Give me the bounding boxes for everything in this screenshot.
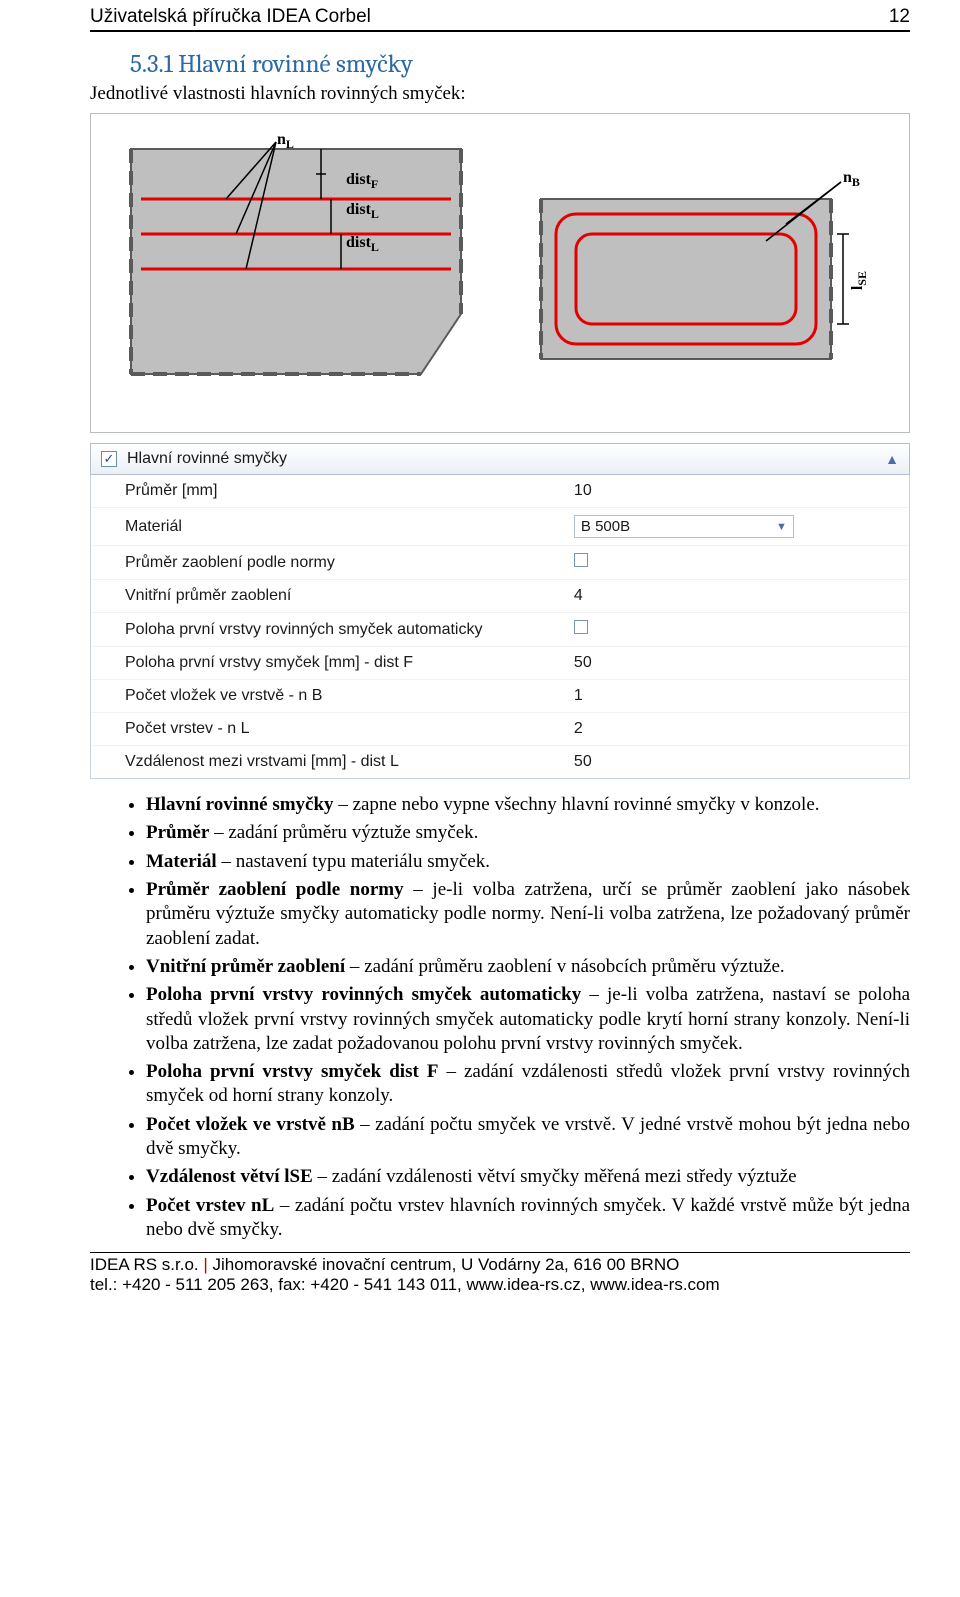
page-header: Uživatelská příručka IDEA Corbel 12 <box>90 0 910 28</box>
footer-address: Jihomoravské inovační centrum, U Vodárny… <box>213 1255 680 1274</box>
prop-row-material: Materiál B 500B ▼ <box>91 508 909 546</box>
prop-label: Poloha první vrstvy rovinných smyček aut… <box>125 621 574 639</box>
label-nL: nL <box>277 131 294 152</box>
prop-row-nl: Počet vrstev - n L 2 <box>91 713 909 746</box>
figure-plan-view: nB lSE <box>531 179 891 379</box>
prop-row-rounding-norm: Průměr zaoblení podle normy <box>91 546 909 580</box>
section-heading: 5.3.1 Hlavní rovinné smyčky <box>130 50 910 79</box>
label-distL2: distL <box>346 234 379 255</box>
prop-label: Průměr zaoblení podle normy <box>125 554 574 572</box>
prop-value-dist-l[interactable]: 50 <box>574 753 899 771</box>
list-item: Počet vložek ve vrstvě nB – zadání počtu… <box>146 1113 910 1162</box>
label-nB: nB <box>843 169 860 190</box>
prop-label: Poloha první vrstvy smyček [mm] - dist F <box>125 654 574 672</box>
page-footer: IDEA RS s.r.o. | Jihomoravské inovační c… <box>90 1253 910 1295</box>
header-rule <box>90 30 910 32</box>
combo-value: B 500B <box>581 518 630 535</box>
list-item: Počet vrstev nL – zadání počtu vrstev hl… <box>146 1194 910 1243</box>
panel-header-main-loops[interactable]: ✓ Hlavní rovinné smyčky ▲ <box>90 443 910 475</box>
chevron-up-icon[interactable]: ▲ <box>885 451 899 467</box>
figure-side-view: nL distF distL distL <box>121 139 481 419</box>
figure-container: nL distF distL distL <box>90 113 910 433</box>
panel-checkbox[interactable]: ✓ <box>101 451 117 467</box>
prop-value-inner-rounding[interactable]: 4 <box>574 587 899 605</box>
label-distF: distF <box>346 171 378 192</box>
label-distL1: distL <box>346 201 379 222</box>
prop-value-diameter[interactable]: 10 <box>574 482 899 500</box>
list-item: Hlavní rovinné smyčky – zapne nebo vypne… <box>146 793 910 817</box>
list-item: Vnitřní průměr zaoblení – zadání průměru… <box>146 955 910 979</box>
properties-grid: Průměr [mm] 10 Materiál B 500B ▼ Průměr … <box>90 475 910 779</box>
side-view-svg <box>121 139 481 419</box>
prop-row-diameter: Průměr [mm] 10 <box>91 475 909 508</box>
list-item: Vzdálenost větví lSE – zadání vzdálenost… <box>146 1165 910 1189</box>
footer-sep: | <box>199 1255 213 1274</box>
list-item: Průměr zaoblení podle normy – je-li volb… <box>146 878 910 951</box>
prop-row-dist-l: Vzdálenost mezi vrstvami [mm] - dist L 5… <box>91 746 909 778</box>
section-intro: Jednotlivé vlastnosti hlavních rovinných… <box>90 83 910 105</box>
prop-label: Materiál <box>125 518 574 536</box>
prop-label: Počet vrstev - n L <box>125 720 574 738</box>
footer-contact: tel.: +420 - 511 205 263, fax: +420 - 54… <box>90 1275 720 1294</box>
description-list: Hlavní rovinné smyčky – zapne nebo vypne… <box>90 793 910 1242</box>
chevron-down-icon: ▼ <box>776 521 787 533</box>
prop-value-nl[interactable]: 2 <box>574 720 899 738</box>
prop-row-first-layer-auto: Poloha první vrstvy rovinných smyček aut… <box>91 613 909 647</box>
prop-value-nb[interactable]: 1 <box>574 687 899 705</box>
prop-label: Počet vložek ve vrstvě - n B <box>125 687 574 705</box>
panel-title: Hlavní rovinné smyčky <box>127 450 287 468</box>
prop-row-nb: Počet vložek ve vrstvě - n B 1 <box>91 680 909 713</box>
first-layer-auto-checkbox[interactable] <box>574 620 588 634</box>
material-combobox[interactable]: B 500B ▼ <box>574 515 794 538</box>
check-icon: ✓ <box>104 451 115 467</box>
plan-view-svg <box>531 179 891 379</box>
page-number: 12 <box>889 6 910 28</box>
list-item: Průměr – zadání průměru výztuže smyček. <box>146 821 910 845</box>
label-lSE: lSE <box>849 271 870 290</box>
prop-label: Vzdálenost mezi vrstvami [mm] - dist L <box>125 753 574 771</box>
footer-company: IDEA RS s.r.o. <box>90 1255 199 1274</box>
prop-value-dist-f[interactable]: 50 <box>574 654 899 672</box>
list-item: Poloha první vrstvy rovinných smyček aut… <box>146 983 910 1056</box>
prop-row-inner-rounding: Vnitřní průměr zaoblení 4 <box>91 580 909 613</box>
list-item: Poloha první vrstvy smyček dist F – zadá… <box>146 1060 910 1109</box>
prop-label: Průměr [mm] <box>125 482 574 500</box>
prop-label: Vnitřní průměr zaoblení <box>125 587 574 605</box>
rounding-norm-checkbox[interactable] <box>574 553 588 567</box>
prop-row-dist-f: Poloha první vrstvy smyček [mm] - dist F… <box>91 647 909 680</box>
list-item: Materiál – nastavení typu materiálu smyč… <box>146 850 910 874</box>
doc-title: Uživatelská příručka IDEA Corbel <box>90 6 371 28</box>
